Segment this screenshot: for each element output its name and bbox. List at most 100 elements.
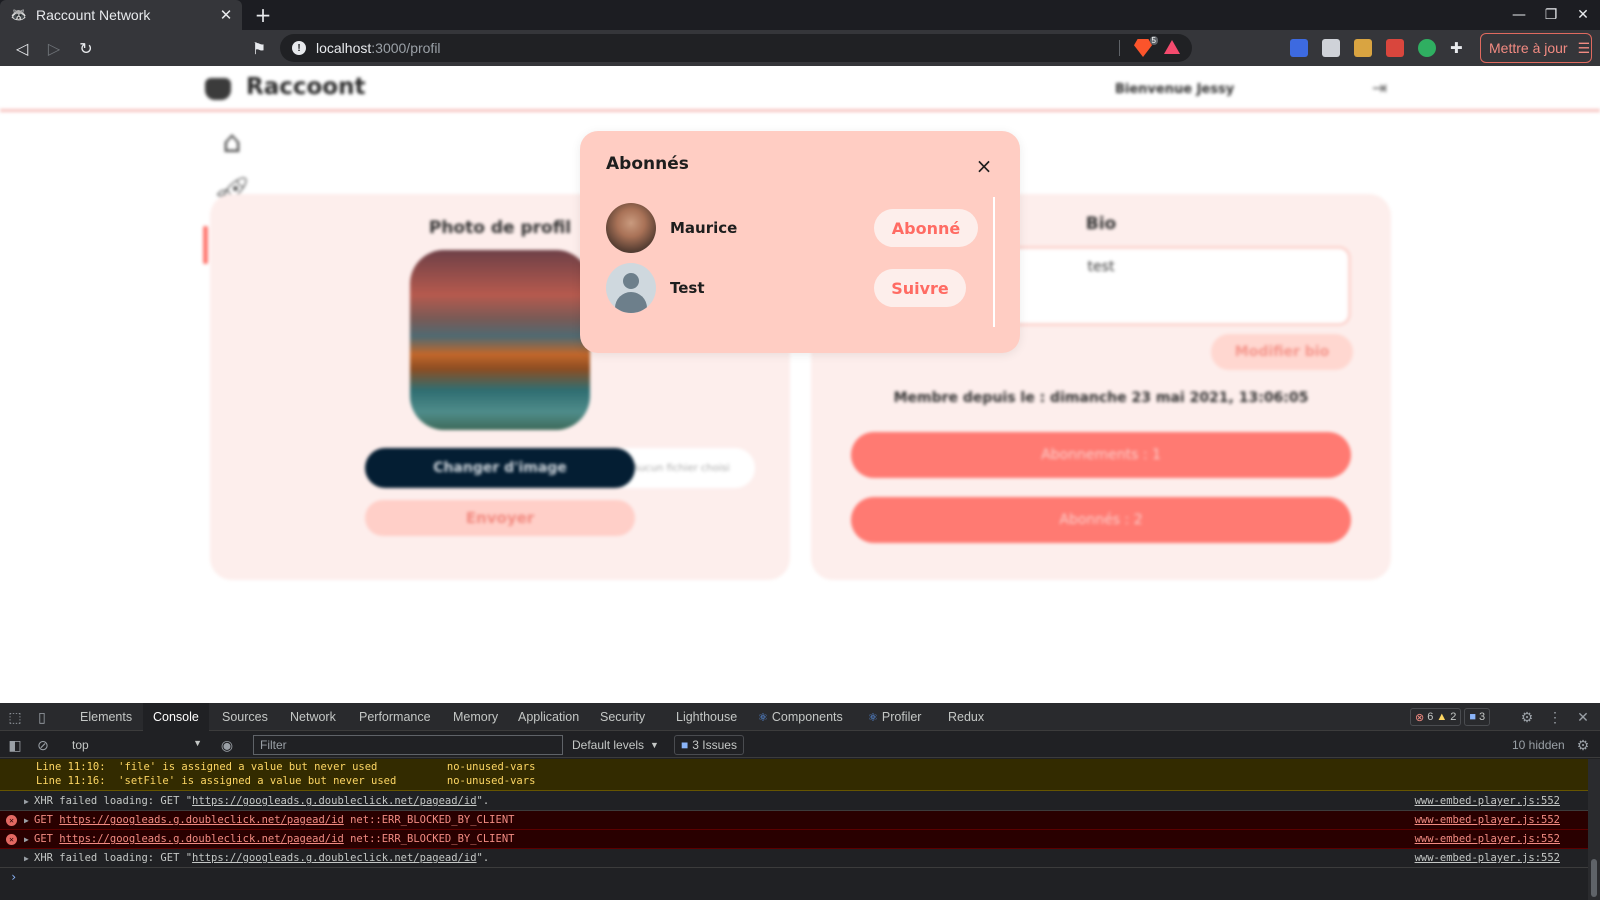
more-options-icon[interactable]: ⋮ (1546, 708, 1564, 726)
issues-button[interactable]: ■ 3 Issues (674, 735, 744, 755)
change-image-button[interactable]: Changer d'image (365, 448, 635, 488)
tab-performance[interactable]: Performance (349, 703, 441, 731)
expand-triangle-icon[interactable]: ▶ (24, 835, 34, 844)
source-link[interactable]: www-embed-player.js:552 (1415, 795, 1560, 807)
issue-badges[interactable]: ⊗ 6 ▲ 2 ■ 3 (1410, 708, 1491, 726)
message-prefix: GET (34, 814, 60, 826)
console-prompt[interactable]: › (10, 870, 17, 884)
bitwarden-extension-icon[interactable] (1290, 39, 1308, 57)
error-icon: ⊗ (1415, 711, 1425, 724)
modal-scrollbar[interactable] (993, 197, 995, 327)
new-tab-button[interactable]: + (252, 3, 274, 27)
console-output: Line 11:10: 'file' is assigned a value b… (0, 759, 1588, 900)
devtools-panel: ⬚ ▯ Elements Console Sources Network Per… (0, 703, 1600, 900)
info-badge[interactable]: ■ 3 (1464, 708, 1491, 726)
extension-red-icon[interactable] (1386, 39, 1404, 57)
tab-network[interactable]: Network (280, 703, 346, 731)
send-button[interactable]: Envoyer (365, 500, 635, 536)
eye-icon[interactable]: ◉ (218, 736, 236, 754)
forward-icon[interactable]: ▷ (43, 37, 65, 59)
tab-components[interactable]: ⚛ Components (748, 703, 853, 731)
qr-code-extension-icon[interactable] (1322, 39, 1340, 57)
expand-triangle-icon[interactable]: ▶ (24, 797, 34, 806)
console-error[interactable]: ✕ ▶ GET https://googleads.g.doubleclick.… (0, 811, 1588, 830)
react-icon: ⚛ (758, 711, 768, 724)
message-link[interactable]: https://googleads.g.doubleclick.net/page… (59, 833, 343, 845)
home-icon[interactable]: ⌂ (212, 122, 252, 162)
console-error[interactable]: ✕ ▶ GET https://googleads.g.doubleclick.… (0, 830, 1588, 849)
site-info-icon[interactable]: ! (292, 41, 306, 55)
unfollow-button[interactable]: Abonné (874, 209, 978, 247)
log-levels-select[interactable]: Default levels ▼ (572, 735, 659, 755)
close-devtools-icon[interactable]: ✕ (1574, 708, 1592, 726)
close-icon[interactable]: × (973, 154, 995, 178)
extension-green-icon[interactable] (1418, 39, 1436, 57)
sidebar-toggle-icon[interactable]: ◧ (6, 736, 24, 754)
follow-button[interactable]: Suivre (874, 269, 966, 307)
avatar[interactable] (606, 203, 656, 253)
error-warning-badge[interactable]: ⊗ 6 ▲ 2 (1410, 708, 1462, 726)
extension-box-icon[interactable] (1354, 39, 1372, 57)
tab-profiler[interactable]: ⚛ Profiler (858, 703, 931, 731)
console-scrollbar[interactable] (1588, 759, 1600, 900)
error-icon: ✕ (6, 834, 17, 845)
tab-lighthouse[interactable]: Lighthouse (666, 703, 747, 731)
context-select[interactable]: top ▼ (64, 735, 204, 755)
avatar[interactable] (606, 263, 656, 313)
tab-elements[interactable]: Elements (70, 703, 142, 731)
source-link[interactable]: www-embed-player.js:552 (1415, 833, 1560, 845)
list-item: Maurice Abonné (606, 197, 978, 257)
tab-console[interactable]: Console (143, 703, 209, 731)
raccoon-favicon-icon: 🦝 (10, 7, 28, 22)
followers-button[interactable]: Abonnés : 2 (851, 497, 1351, 543)
address-bar[interactable]: ! localhost:3000/profil 5 (280, 34, 1192, 62)
tab-close-icon[interactable]: ✕ (216, 5, 236, 25)
source-link[interactable]: www-embed-player.js:552 (1415, 814, 1560, 826)
following-button[interactable]: Abonnements : 1 (851, 432, 1351, 478)
filter-input[interactable]: Filter (253, 735, 563, 755)
message-prefix: XHR failed loading: GET " (34, 852, 193, 864)
browser-tab[interactable]: 🦝 Raccount Network ✕ (0, 0, 242, 30)
tab-profiler-label: Profiler (881, 710, 922, 724)
device-toolbar-icon[interactable]: ▯ (33, 708, 51, 726)
console-message[interactable]: ▶ XHR failed loading: GET " https://googl… (0, 792, 1588, 811)
tab-memory[interactable]: Memory (443, 703, 508, 731)
update-browser-button[interactable]: Mettre à jour ☰ (1480, 33, 1592, 63)
console-message[interactable]: ▶ XHR failed loading: GET " https://googl… (0, 849, 1588, 868)
tab-application[interactable]: Application (508, 703, 589, 731)
bookmark-icon[interactable]: ⚑ (248, 37, 270, 59)
expand-triangle-icon[interactable]: ▶ (24, 816, 34, 825)
back-icon[interactable]: ◁ (11, 37, 33, 59)
welcome-text: Bienvenue Jessy (1115, 82, 1235, 97)
restore-icon[interactable]: ❐ (1540, 4, 1562, 26)
message-prefix: XHR failed loading: GET " (34, 795, 193, 807)
close-window-icon[interactable]: ✕ (1572, 4, 1594, 26)
tab-sources[interactable]: Sources (212, 703, 278, 731)
console-settings-icon[interactable]: ⚙ (1574, 736, 1592, 754)
tab-security[interactable]: Security (590, 703, 655, 731)
tab-redux[interactable]: Redux (938, 703, 994, 731)
source-link[interactable]: www-embed-player.js:552 (1415, 852, 1560, 864)
extensions-puzzle-icon[interactable]: ✚ (1450, 39, 1468, 57)
settings-gear-icon[interactable]: ⚙ (1518, 708, 1536, 726)
message-icon: ■ (1469, 711, 1477, 723)
inspect-element-icon[interactable]: ⬚ (6, 708, 24, 726)
brave-rewards-icon[interactable] (1164, 40, 1180, 54)
logout-icon[interactable]: ⇥ (1372, 78, 1394, 100)
dropdown-arrow-icon: ▼ (650, 740, 659, 750)
clear-console-icon[interactable]: ⊘ (34, 736, 52, 754)
message-link[interactable]: https://googleads.g.doubleclick.net/page… (59, 814, 343, 826)
follower-name[interactable]: Test (670, 279, 705, 297)
scrollbar-thumb[interactable] (1591, 859, 1597, 897)
message-link[interactable]: https://googleads.g.doubleclick.net/page… (192, 795, 476, 807)
message-link[interactable]: https://googleads.g.doubleclick.net/page… (192, 852, 476, 864)
reload-icon[interactable]: ↻ (75, 37, 97, 59)
minimize-icon[interactable]: — (1508, 4, 1530, 26)
app-logo[interactable]: Raccoont (246, 74, 365, 100)
expand-triangle-icon[interactable]: ▶ (24, 854, 34, 863)
edit-bio-button[interactable]: Modifier bio (1211, 334, 1353, 370)
warning-line: Line 11:16: 'setFile' is assigned a valu… (36, 775, 536, 787)
context-value: top (72, 738, 89, 752)
follower-name[interactable]: Maurice (670, 219, 737, 237)
list-item: Test Suivre (606, 257, 974, 317)
